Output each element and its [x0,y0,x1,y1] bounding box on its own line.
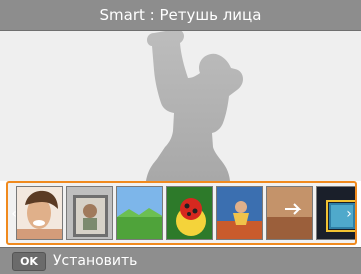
scroll-right-icon[interactable]: › [344,204,354,224]
macro-thumbnail[interactable] [166,186,213,240]
title-bar: Smart : Ретушь лица [0,0,361,31]
scene-thumbnail-strip[interactable]: ‹ › [6,181,357,245]
scroll-left-icon[interactable]: ‹ [9,204,19,224]
action-thumbnail[interactable] [216,186,263,240]
photo-frame-thumbnail[interactable] [66,186,113,240]
ok-key-icon[interactable]: OK [12,251,46,271]
beauty-shot-thumbnail[interactable] [16,186,63,240]
person-silhouette-illustration [146,29,243,181]
thumbnail-row [16,186,355,240]
bottom-bar: OK Установить [0,247,361,274]
preview-area [0,29,361,181]
landscape-thumbnail[interactable] [116,186,163,240]
ok-label: Установить [53,253,138,269]
screen-title: Smart : Ретушь лица [99,6,262,24]
panorama-thumbnail[interactable] [266,186,313,240]
